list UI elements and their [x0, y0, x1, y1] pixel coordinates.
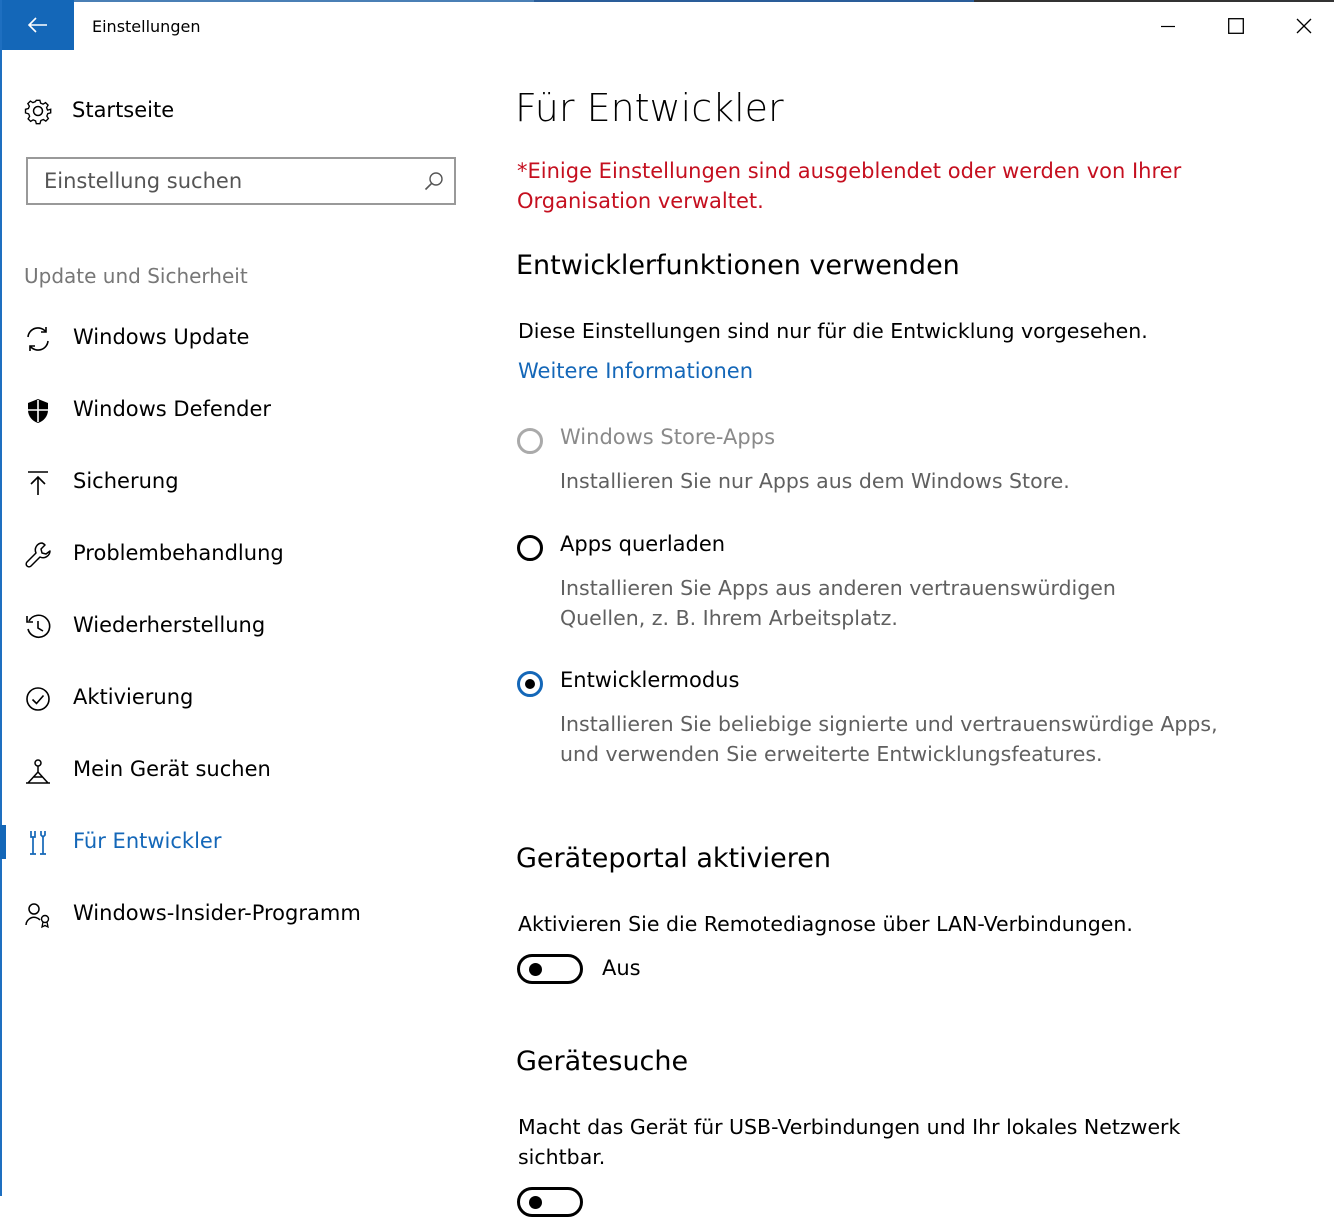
radio-button-checked[interactable] [517, 671, 543, 697]
maximize-button[interactable] [1205, 6, 1267, 46]
sidebar-item-label: Windows Update [73, 325, 250, 349]
sidebar-item-mein-geraet-suchen[interactable]: Mein Gerät suchen [0, 747, 470, 795]
device-discovery-description: Macht das Gerät für USB-Verbindungen und… [518, 1115, 1181, 1169]
toggle-knob [529, 963, 542, 976]
sidebar-item-label: Windows-Insider-Programm [73, 901, 361, 925]
insider-icon [25, 903, 50, 929]
dev-features-heading: Entwicklerfunktionen verwenden [516, 250, 960, 281]
find-device-icon [26, 759, 50, 784]
dev-features-description: Diese Einstellungen sind nur für die Ent… [518, 319, 1148, 343]
more-info-link[interactable]: Weitere Informationen [518, 359, 753, 383]
radio-label: Apps querladen [560, 532, 726, 556]
search-input[interactable] [44, 159, 414, 203]
device-portal-heading: Geräteportal aktivieren [516, 843, 831, 874]
sidebar-item-label: Mein Gerät suchen [73, 757, 271, 781]
policy-warning: *Einige Einstellungen sind ausgeblendet … [517, 159, 1182, 213]
sidebar-item-label: Sicherung [73, 469, 179, 493]
sidebar-item-windows-defender[interactable]: Windows Defender [0, 387, 470, 435]
shield-icon [28, 399, 48, 423]
device-discovery-heading: Gerätesuche [516, 1046, 689, 1077]
wrench-icon [25, 542, 51, 568]
maximize-icon [1228, 18, 1244, 34]
window-title: Einstellungen [92, 17, 201, 36]
close-icon [1296, 18, 1312, 34]
history-icon [26, 614, 51, 638]
sidebar-item-label: Problembehandlung [73, 541, 284, 565]
home-label: Startseite [72, 98, 175, 122]
device-portal-description: Aktivieren Sie die Remotediagnose über L… [518, 912, 1133, 936]
sidebar-item-label: Wiederherstellung [73, 613, 266, 637]
minimize-button[interactable] [1137, 6, 1199, 46]
radio-label: Entwicklermodus [560, 668, 740, 692]
device-discovery-toggle[interactable] [517, 1187, 583, 1217]
close-button[interactable] [1273, 6, 1335, 46]
radio-button[interactable] [517, 535, 543, 561]
radio-dot [525, 679, 535, 689]
radio-description: Installieren Sie nur Apps aus dem Window… [560, 469, 1070, 493]
sidebar-item-label: Aktivierung [73, 685, 194, 709]
radio-label: Windows Store-Apps [560, 425, 776, 449]
radio-description: Installieren Sie Apps aus anderen vertra… [560, 576, 1116, 630]
search-icon[interactable] [424, 171, 444, 191]
title-bar: Einstellungen [0, 0, 1339, 52]
sidebar-item-label: Für Entwickler [73, 829, 222, 853]
page-title: Für Entwickler [515, 86, 784, 130]
toggle-knob [529, 1196, 542, 1209]
section-title: Update und Sicherheit [24, 264, 248, 288]
sidebar-item-fuer-entwickler[interactable]: Für Entwickler [0, 819, 470, 867]
active-indicator [0, 825, 6, 859]
back-button[interactable] [2, 0, 74, 50]
gear-icon [24, 99, 52, 125]
sidebar-item-wiederherstellung[interactable]: Wiederherstellung [0, 603, 470, 651]
sidebar-item-windows-update[interactable]: Windows Update [0, 315, 470, 363]
settings-search[interactable] [26, 157, 456, 205]
sidebar-item-label: Windows Defender [73, 397, 272, 421]
device-portal-toggle[interactable] [517, 954, 583, 984]
sidebar-item-windows-insider[interactable]: Windows-Insider-Programm [0, 891, 470, 939]
sidebar-item-aktivierung[interactable]: Aktivierung [0, 675, 470, 723]
home-link[interactable]: Startseite [24, 96, 174, 126]
sidebar-item-problembehandlung[interactable]: Problembehandlung [0, 531, 470, 579]
radio-button[interactable] [517, 428, 543, 454]
checkmark-circle-icon [26, 687, 50, 711]
window-border [0, 0, 2, 1196]
upload-arrow-icon [28, 471, 48, 495]
developer-tools-icon [30, 831, 46, 855]
radio-description: Installieren Sie beliebige signierte und… [560, 712, 1218, 766]
sidebar-item-sicherung[interactable]: Sicherung [0, 459, 470, 507]
back-arrow-icon [28, 17, 47, 33]
refresh-icon [27, 327, 49, 351]
device-portal-toggle-state: Aus [602, 956, 641, 980]
minimize-icon [1161, 25, 1175, 28]
